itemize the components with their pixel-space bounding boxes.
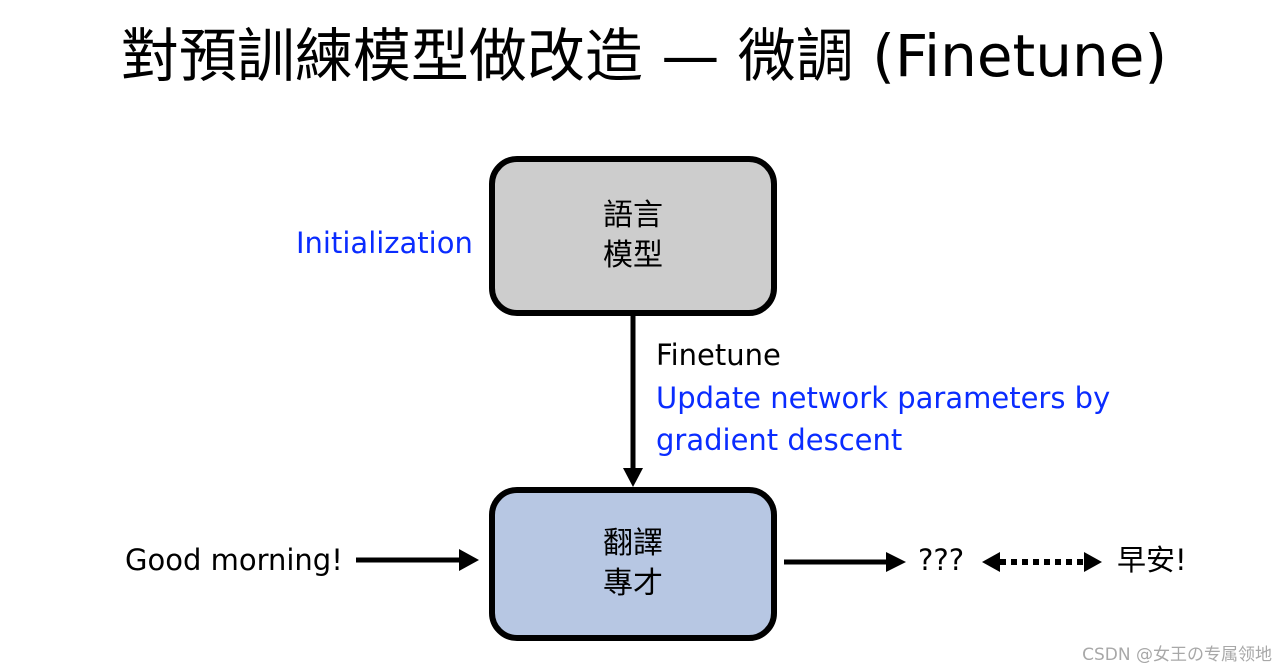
dotted-bidirectional-arrow: [982, 552, 1102, 572]
output-arrow: [784, 552, 906, 572]
finetune-arrow: [623, 316, 643, 487]
watermark: CSDN @女王の专属领地: [1082, 645, 1272, 665]
input-arrow: [356, 549, 479, 571]
arrows-layer: [356, 316, 1102, 572]
